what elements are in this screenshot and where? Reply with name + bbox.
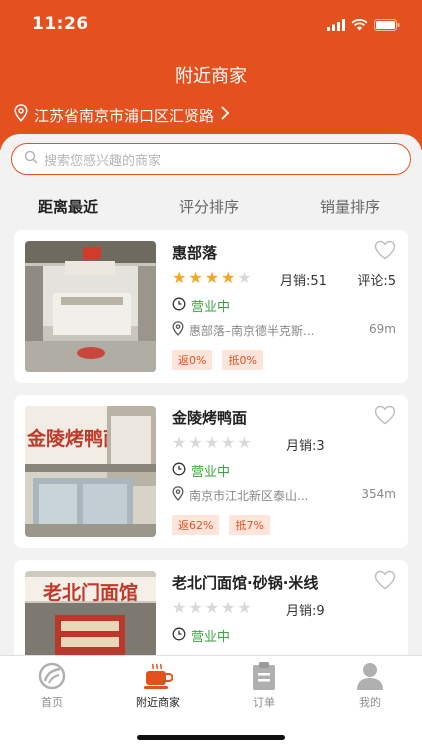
tabbar-label: 附近商家 <box>136 696 180 709</box>
chevron-right-icon <box>220 106 230 124</box>
business-status: 营业中 <box>172 626 230 645</box>
star-empty-icon: ★ <box>172 598 187 617</box>
search-input[interactable]: 搜索您感兴趣的商家 <box>11 143 411 175</box>
thumbnail-sign-text: 老北门面馆 <box>42 582 138 604</box>
star-filled-icon: ★ <box>172 268 187 287</box>
tabbar-label: 订单 <box>253 696 275 709</box>
signal-icon <box>327 16 345 35</box>
shop-name: 金陵烤鸭面 <box>172 409 248 427</box>
discount-tag: 抵7% <box>229 515 270 535</box>
rebate-tag: 返0% <box>172 350 213 370</box>
location-pin-icon <box>172 486 184 504</box>
shop-thumbnail <box>25 241 156 372</box>
status-text: 营业中 <box>191 630 231 645</box>
star-empty-icon: ★ <box>188 598 203 617</box>
tabbar-item-orders[interactable]: 订单 <box>224 662 304 710</box>
status-bar: 11:26 <box>0 0 422 50</box>
star-empty-icon: ★ <box>237 433 252 452</box>
shop-distance: 69m <box>369 322 396 336</box>
tab-rating[interactable]: 评分排序 <box>179 196 239 217</box>
tabbar-item-home[interactable]: 首页 <box>12 662 92 710</box>
favorite-heart-icon[interactable] <box>374 570 396 594</box>
tab-distance[interactable]: 距离最近 <box>38 196 98 217</box>
star-filled-icon: ★ <box>204 268 220 287</box>
rebate-tag: 返62% <box>172 515 220 535</box>
star-empty-icon: ★ <box>221 598 236 617</box>
address-text: 南京市江北新区泰山... <box>189 488 309 503</box>
shop-address: 惠部落–南京德半克斯... <box>172 321 352 339</box>
home-icon <box>37 661 67 694</box>
status-text: 营业中 <box>191 465 231 480</box>
business-status: 营业中 <box>172 461 230 480</box>
user-icon <box>355 661 385 694</box>
rating-stars: ★ ★ ★ ★ ★ <box>172 600 252 616</box>
shop-card[interactable]: 金陵烤鸭面 金陵烤鸭面 ★ ★ ★ ★ ★ 月销:3 营业中 南京市江北新区泰山… <box>14 395 408 548</box>
battery-icon <box>374 16 400 35</box>
favorite-heart-icon[interactable] <box>374 240 396 264</box>
location-selector[interactable]: 江苏省南京市浦口区汇贤路 <box>14 104 230 126</box>
location-pin-icon <box>14 104 28 126</box>
review-count: 评论:5 <box>357 274 396 289</box>
star-filled-icon: ★ <box>188 268 203 287</box>
discount-tag: 抵0% <box>222 350 263 370</box>
tabbar-label: 首页 <box>41 696 63 709</box>
monthly-sales: 月销:3 <box>286 439 325 454</box>
tabbar-label: 我的 <box>359 696 381 709</box>
tabbar-item-profile[interactable]: 我的 <box>330 662 410 710</box>
business-status: 营业中 <box>172 296 230 315</box>
shop-thumbnail: 金陵烤鸭面 <box>25 406 156 537</box>
home-indicator <box>137 735 285 740</box>
shop-name: 老北门面馆·砂锅·米线 <box>172 574 319 592</box>
shop-distance: 354m <box>361 487 396 501</box>
coffee-cup-icon <box>143 661 174 694</box>
monthly-sales: 月销:9 <box>286 604 325 619</box>
search-icon <box>24 150 38 168</box>
star-empty-icon: ★ <box>172 433 187 452</box>
shop-card[interactable]: 惠部落 ★ ★ ★ ★ ★ 月销:51 评论:5 营业中 惠部落–南京德半克斯.… <box>14 230 408 383</box>
star-empty-icon: ★ <box>204 598 220 617</box>
thumbnail-sign-text: 金陵烤鸭面 <box>27 428 107 450</box>
location-pin-icon <box>172 321 184 339</box>
rating-stars: ★ ★ ★ ★ ★ <box>172 270 252 286</box>
star-empty-icon: ★ <box>237 268 252 287</box>
clock-icon <box>172 462 186 480</box>
rating-stars: ★ ★ ★ ★ ★ <box>172 435 252 451</box>
star-empty-icon: ★ <box>221 433 236 452</box>
star-empty-icon: ★ <box>204 433 220 452</box>
tab-sales[interactable]: 销量排序 <box>320 196 380 217</box>
star-empty-icon: ★ <box>188 433 203 452</box>
star-filled-icon: ★ <box>221 268 236 287</box>
wifi-icon <box>351 16 368 35</box>
favorite-heart-icon[interactable] <box>374 405 396 429</box>
clock-icon <box>172 297 186 315</box>
shop-name: 惠部落 <box>172 244 218 262</box>
clock-icon <box>172 627 186 645</box>
status-text: 营业中 <box>191 300 231 315</box>
address-text: 惠部落–南京德半克斯... <box>189 323 315 338</box>
page-title: 附近商家 <box>175 66 247 87</box>
shop-address: 南京市江北新区泰山... <box>172 486 352 504</box>
search-placeholder: 搜索您感兴趣的商家 <box>44 153 162 169</box>
status-time: 11:26 <box>32 14 89 34</box>
location-text: 江苏省南京市浦口区汇贤路 <box>34 106 215 125</box>
tabbar-item-nearby[interactable]: 附近商家 <box>118 662 198 710</box>
star-empty-icon: ★ <box>237 598 252 617</box>
sort-tabs: 距离最近 评分排序 销量排序 <box>0 190 422 224</box>
clipboard-icon <box>249 661 279 694</box>
monthly-sales: 月销:51 <box>280 274 327 289</box>
